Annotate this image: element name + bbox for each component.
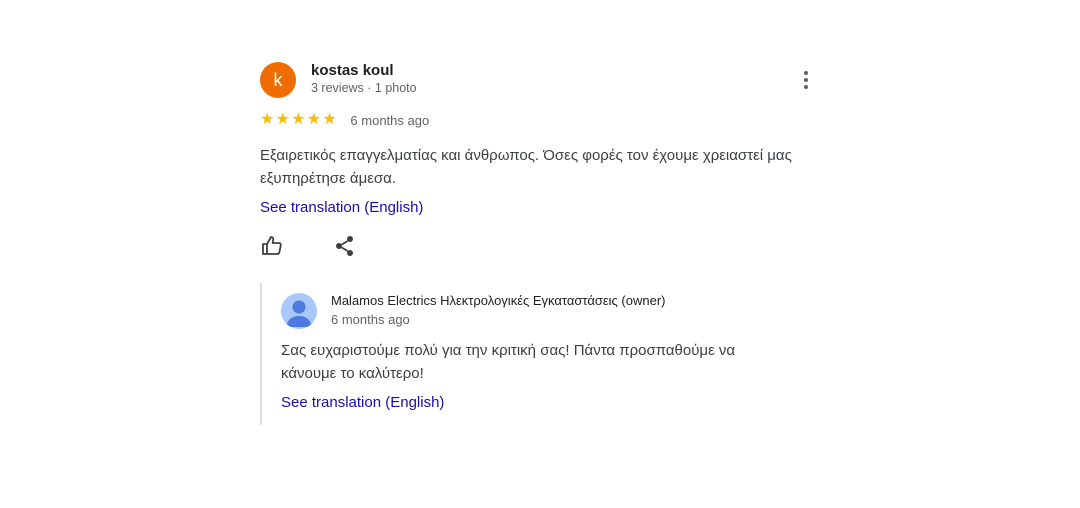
star-icon: ★ [291, 111, 306, 128]
owner-reply-text: Σας ευχαριστούμε πολύ για την κριτική σα… [281, 342, 736, 382]
star-icon: ★ [322, 111, 337, 128]
more-vert-icon [804, 71, 808, 75]
review-card: k kostas koul 3 reviews · 1 photo ★★★★★ … [260, 62, 820, 256]
review-header: k kostas koul 3 reviews · 1 photo [260, 62, 820, 98]
owner-reply: Malamos Electrics Ηλεκτρολογικές Εγκατασ… [260, 283, 802, 425]
thumbs-up-icon [262, 236, 282, 255]
rating-row: ★★★★★ 6 months ago [260, 111, 429, 129]
owner-reply-date: 6 months ago [331, 312, 410, 327]
person-avatar-icon [286, 300, 312, 327]
owner-see-translation-link[interactable]: See translation (English) [281, 394, 444, 411]
author-meta: 3 reviews · 1 photo [311, 81, 417, 95]
more-vert-icon-dot [804, 85, 808, 89]
see-translation-link[interactable]: See translation (English) [260, 199, 423, 216]
share-icon [336, 236, 353, 256]
like-button[interactable] [260, 234, 284, 258]
share-button[interactable] [333, 234, 357, 258]
review-date: 6 months ago [350, 112, 430, 128]
review-text: Εξαιρετικός επαγγελματίας και άνθρωπος. … [260, 147, 792, 187]
star-icon: ★ [260, 111, 275, 128]
author-avatar[interactable]: k [260, 62, 296, 98]
author-name[interactable]: kostas koul [311, 62, 394, 79]
star-icon: ★ [275, 111, 290, 128]
star-icon: ★ [306, 111, 322, 128]
owner-avatar [281, 293, 317, 329]
more-vert-icon-dot [804, 78, 808, 82]
owner-name: Malamos Electrics Ηλεκτρολογικές Εγκατασ… [331, 293, 666, 308]
star-rating: ★★★★★ [260, 111, 338, 129]
more-options-button[interactable] [796, 66, 816, 94]
